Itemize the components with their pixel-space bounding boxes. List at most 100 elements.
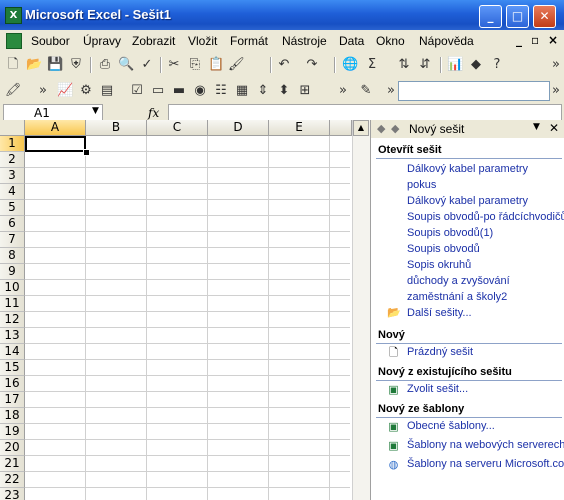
toolbar-options-icon[interactable]: » xyxy=(548,57,564,73)
row-header[interactable]: 10 xyxy=(0,280,25,296)
fill-handle[interactable] xyxy=(83,149,90,156)
recent-file[interactable]: Soupis obvodů xyxy=(407,243,480,255)
forward-arrow-icon[interactable]: ◆ xyxy=(391,122,399,135)
menu-format[interactable]: Formát xyxy=(230,34,268,48)
chart-type-icon[interactable]: 📈 xyxy=(57,83,73,99)
properties-icon[interactable]: ⚙ xyxy=(78,83,94,99)
help-icon[interactable]: ? xyxy=(489,57,505,73)
minimize-button[interactable]: _ xyxy=(479,5,502,28)
combobox-icon[interactable]: ▦ xyxy=(234,83,250,99)
blank-workbook-link[interactable]: Prázdný sešit xyxy=(407,346,473,358)
row-header[interactable]: 9 xyxy=(0,264,25,280)
undo-icon[interactable]: ↶ xyxy=(276,57,292,73)
row-header[interactable]: 16 xyxy=(0,376,25,392)
row-header[interactable]: 7 xyxy=(0,232,25,248)
excel-app-icon[interactable]: X xyxy=(5,7,22,24)
recent-file[interactable]: Soupis obvodů(1) xyxy=(407,227,493,239)
menu-napoveda[interactable]: Nápověda xyxy=(419,34,474,48)
column-header-f[interactable] xyxy=(330,120,352,136)
row-header[interactable]: 5 xyxy=(0,200,25,216)
menu-zobrazit[interactable]: Zobrazit xyxy=(132,34,175,48)
vertical-scrollbar[interactable]: ▲ xyxy=(352,120,370,500)
recent-file[interactable]: Soupis obvodů-po řádcíchvodičů xyxy=(407,211,564,223)
drawing-icon[interactable]: ◆ xyxy=(468,57,484,73)
row-header[interactable]: 22 xyxy=(0,472,25,488)
select-all-corner[interactable] xyxy=(0,120,25,136)
copy-icon[interactable]: ⎘ xyxy=(187,57,203,73)
print-icon[interactable]: ⎙ xyxy=(97,57,113,73)
more-workbooks-link[interactable]: Další sešity... xyxy=(407,307,472,319)
row-header[interactable]: 18 xyxy=(0,408,25,424)
row-header[interactable]: 15 xyxy=(0,360,25,376)
textbox-control-icon[interactable]: ▭ xyxy=(150,83,166,99)
column-header-c[interactable]: C xyxy=(147,120,208,136)
font-select[interactable] xyxy=(398,81,550,101)
row-header[interactable]: 4 xyxy=(0,184,25,200)
workbook-icon[interactable] xyxy=(6,33,22,49)
recent-file[interactable]: důchody a zvyšování xyxy=(407,275,510,287)
web-templates-link[interactable]: Šablony na webových serverech... xyxy=(407,439,564,451)
recent-file[interactable]: pokus xyxy=(407,179,436,191)
active-cell-a1[interactable] xyxy=(25,136,86,152)
row-header[interactable]: 12 xyxy=(0,312,25,328)
menu-soubor[interactable]: Soubor xyxy=(31,34,70,48)
row-header[interactable]: 13 xyxy=(0,328,25,344)
fill-color-icon[interactable]: 🖍 xyxy=(5,83,22,99)
toolbar-more-icon-2[interactable]: » xyxy=(335,83,351,99)
row-header[interactable]: 11 xyxy=(0,296,25,312)
save-icon[interactable]: 💾 xyxy=(47,57,63,73)
listbox-icon[interactable]: ☷ xyxy=(213,83,229,99)
task-pane-close-icon[interactable]: ✕ xyxy=(549,121,559,135)
toolbar-more-icon[interactable]: » xyxy=(35,83,51,99)
autosum-icon[interactable]: Σ xyxy=(364,57,380,73)
format-painter-icon[interactable]: 🖌 xyxy=(228,57,245,73)
toolbar-options-icon-2[interactable]: » xyxy=(548,83,564,99)
recent-file[interactable]: Dálkový kabel parametry xyxy=(407,195,528,207)
close-button[interactable]: ✕ xyxy=(533,5,556,28)
doc-close-button[interactable]: × xyxy=(548,33,558,47)
scrollbar-control-icon[interactable]: ⇕ xyxy=(255,83,271,99)
label-control-icon[interactable]: ⊞ xyxy=(297,83,313,99)
toolbar-more-icon-3[interactable]: » xyxy=(383,83,399,99)
recent-file[interactable]: zaměstnání a školy2 xyxy=(407,291,507,303)
menu-nastroje[interactable]: Nástroje xyxy=(282,34,327,48)
column-header-a[interactable]: A xyxy=(25,120,86,136)
ms-templates-link[interactable]: Šablony na serveru Microsoft.com xyxy=(407,458,564,470)
doc-minimize-button[interactable]: _ xyxy=(516,33,522,47)
spelling-icon[interactable]: ✓ xyxy=(139,57,155,73)
back-arrow-icon[interactable]: ◆ xyxy=(377,122,385,135)
formula-input[interactable] xyxy=(168,104,562,121)
row-header[interactable]: 8 xyxy=(0,248,25,264)
menu-upravy[interactable]: Úpravy xyxy=(83,34,121,48)
view-code-icon[interactable]: ▤ xyxy=(99,83,115,99)
row-header[interactable]: 14 xyxy=(0,344,25,360)
menu-okno[interactable]: Okno xyxy=(376,34,405,48)
draw-tools-icon[interactable]: ✎ xyxy=(358,83,374,99)
redo-icon[interactable]: ↷ xyxy=(304,57,320,73)
name-box[interactable]: A1 xyxy=(3,104,103,121)
cut-icon[interactable]: ✂ xyxy=(166,57,182,73)
column-header-d[interactable]: D xyxy=(208,120,269,136)
hyperlink-icon[interactable]: 🌐 xyxy=(342,57,358,73)
permission-icon[interactable]: ⛨ xyxy=(68,57,84,73)
recent-file[interactable]: Sopis okruhů xyxy=(407,259,471,271)
row-header[interactable]: 17 xyxy=(0,392,25,408)
maximize-button[interactable]: □ xyxy=(506,5,529,28)
row-header[interactable]: 6 xyxy=(0,216,25,232)
spreadsheet-grid[interactable]: A B C D E 1 2 3 4 5 6 7 8 9 10 11 12 13 14 15 16 17 18 19 2… xyxy=(0,120,370,500)
row-header[interactable]: 1 xyxy=(0,136,25,152)
menu-data[interactable]: Data xyxy=(339,34,364,48)
insert-function-icon[interactable]: fx xyxy=(148,106,159,120)
option-button-icon[interactable]: ◉ xyxy=(192,83,208,99)
new-icon[interactable]: 🗋 xyxy=(5,57,21,73)
chart-wizard-icon[interactable]: 📊 xyxy=(447,57,463,73)
print-preview-icon[interactable]: 🔍 xyxy=(118,57,134,73)
recent-file[interactable]: Dálkový kabel parametry xyxy=(407,163,528,175)
task-pane-menu-icon[interactable]: ▼ xyxy=(533,122,540,132)
checkbox-control-icon[interactable]: ☑ xyxy=(129,83,145,99)
row-header[interactable]: 20 xyxy=(0,440,25,456)
row-header[interactable]: 3 xyxy=(0,168,25,184)
column-header-e[interactable]: E xyxy=(269,120,330,136)
column-header-b[interactable]: B xyxy=(86,120,147,136)
row-header[interactable]: 23 xyxy=(0,488,25,500)
